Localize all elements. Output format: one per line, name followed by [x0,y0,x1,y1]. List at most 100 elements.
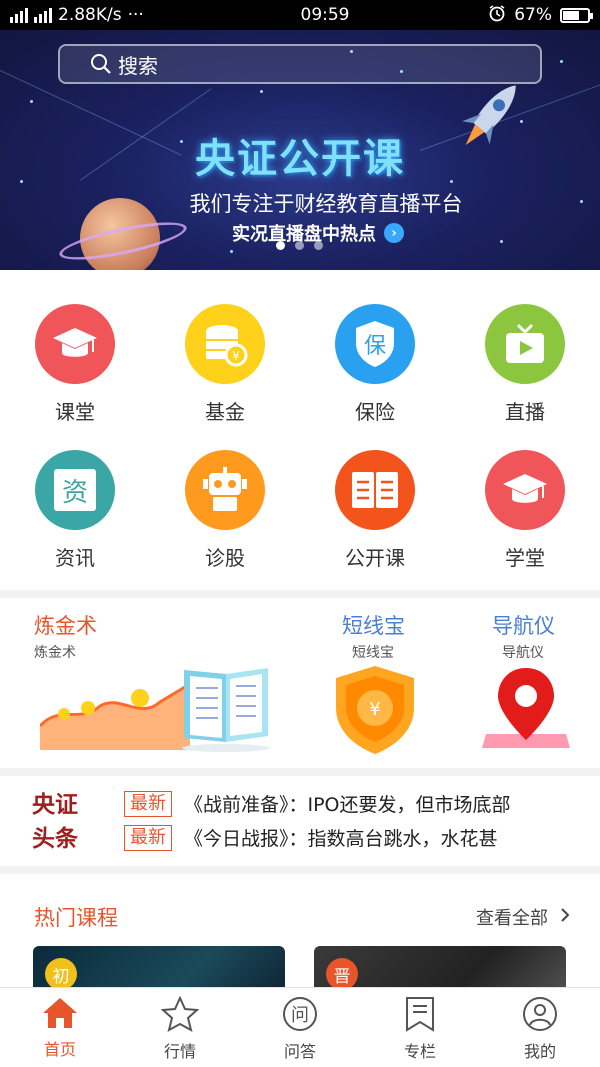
category-item-news[interactable]: 资 资讯 [0,450,150,571]
banner-brand-title: 央证公开课 [195,136,405,182]
category-label: 公开课 [345,546,405,570]
bookmark-column-icon [406,997,434,1032]
chevron-right-icon [560,907,570,928]
headline-logo-line: 头条 [32,826,78,852]
carousel-dot[interactable] [314,241,323,250]
star-icon [161,996,199,1032]
banner-tagline: 我们专注于财经教育直播平台 [189,192,463,216]
tab-home[interactable]: 首页 [0,988,120,1067]
svg-text:¥: ¥ [369,699,380,720]
feature-section: 炼金术 炼金术 短线宝 短线宝 ¥ 导航仪 导航仪 [0,598,600,768]
category-grid: 课堂 ¥ 基金 保 保险 直播 资 资讯 诊股 公开课 学堂 [0,270,600,590]
star-decoration [500,240,503,243]
network-speed: 2.88K/s [58,5,122,25]
user-icon [523,997,557,1031]
coin-stack-icon: ¥ [185,304,265,384]
home-icon [43,998,77,1028]
tab-me[interactable]: 我的 [480,988,600,1067]
app-screen: 2.88K/s ··· 09:59 67% 搜索 央证公开课 我们专注于财经教育… [0,0,600,1067]
star-decoration [520,120,523,123]
category-label: 诊股 [205,546,245,570]
category-item-insurance[interactable]: 保 保险 [300,304,450,425]
signal-icon [34,7,52,23]
news-text: 《今日战报》：指数高台跳水，水花甚 [184,828,498,850]
chevron-right-icon: › [384,223,404,243]
news-glyph: 资 [54,469,96,511]
feature-title: 炼金术 [34,614,97,638]
feature-subtitle: 炼金术 [34,645,76,661]
status-bar: 2.88K/s ··· 09:59 67% [0,0,600,30]
tab-qa[interactable]: 问 问答 [240,988,360,1067]
category-label: 资讯 [55,546,95,570]
news-tag: 最新 [124,790,172,817]
feature-navigator[interactable]: 导航仪 导航仪 [450,598,600,768]
shield-coin-illustration: ¥ [332,664,418,760]
feature-short-line[interactable]: 短线宝 短线宝 ¥ [300,598,450,768]
tab-label: 首页 [43,1040,76,1059]
category-item-stock-diagnosis[interactable]: 诊股 [150,450,300,571]
search-icon [91,54,111,74]
tab-market[interactable]: 行情 [120,988,240,1067]
map-pin-illustration [480,664,572,760]
level-badge: 初 [45,958,77,990]
shield-icon: 保 [335,304,415,384]
view-all-link[interactable]: 查看全部 [476,904,570,930]
more-notifications: ··· [127,5,144,25]
category-item-classroom[interactable]: 课堂 [0,304,150,425]
category-label: 课堂 [55,400,95,424]
news-tag: 最新 [124,824,172,851]
graduation-cap-icon [35,304,115,384]
category-label: 保险 [355,400,395,424]
news-text: 《战前准备》：IPO还要发，但市场底部 [184,794,511,816]
star-decoration [260,90,263,93]
svg-text:问: 问 [291,1005,309,1026]
view-all-label: 查看全部 [476,908,548,929]
hot-courses-section: 热门课程 查看全部 初 晋 [0,874,600,994]
news-icon: 资 [35,450,115,530]
tab-column[interactable]: 专栏 [360,988,480,1067]
bottom-tab-bar: 首页 行情 问 问答 专栏 我的 [0,987,600,1067]
chart-book-illustration [38,664,280,760]
graduation-cap-icon [485,450,565,530]
section-title: 热门课程 [34,906,118,930]
svg-text:¥: ¥ [232,349,240,363]
shield-glyph: 保 [363,334,386,359]
headline-logo: 央证 头条 [32,788,78,856]
feature-title: 导航仪 [492,614,555,638]
signal-icon [10,7,28,23]
category-label: 直播 [505,400,545,424]
category-label: 基金 [205,400,245,424]
qa-icon: 问 [283,997,317,1031]
headline-news: 央证 头条 最新 《战前准备》：IPO还要发，但市场底部 最新 《今日战报》：指… [0,776,600,866]
star-decoration [560,60,563,63]
star-decoration [230,250,233,253]
level-badge: 晋 [326,958,358,990]
robot-icon [185,450,265,530]
category-label: 学堂 [505,546,545,570]
tab-label: 行情 [163,1042,196,1061]
alarm-icon [488,4,506,27]
promo-banner[interactable]: 搜索 央证公开课 我们专注于财经教育直播平台 实况直播盘中热点 › [0,30,600,270]
category-item-open-course[interactable]: 公开课 [300,450,450,571]
battery-icon [560,7,593,23]
search-bar[interactable]: 搜索 [58,44,542,84]
news-item[interactable]: 最新 《战前准备》：IPO还要发，但市场底部 [124,790,511,817]
category-item-live[interactable]: 直播 [450,304,600,425]
battery-percent: 67% [514,5,552,25]
feature-alchemy[interactable]: 炼金术 炼金术 [0,598,300,768]
clock: 09:59 [300,5,350,25]
tab-label: 我的 [523,1042,556,1061]
news-item[interactable]: 最新 《今日战报》：指数高台跳水，水花甚 [124,824,498,851]
feature-title: 短线宝 [342,614,405,638]
star-decoration [30,100,33,103]
carousel-dot[interactable] [276,241,285,250]
feature-subtitle: 短线宝 [352,645,394,661]
open-book-icon [335,450,415,530]
carousel-dot[interactable] [295,241,304,250]
carousel-indicator [276,241,323,250]
headline-logo-line: 央证 [32,792,78,818]
category-item-academy[interactable]: 学堂 [450,450,600,571]
feature-subtitle: 导航仪 [502,645,544,661]
category-item-fund[interactable]: ¥ 基金 [150,304,300,425]
tv-play-icon [485,304,565,384]
